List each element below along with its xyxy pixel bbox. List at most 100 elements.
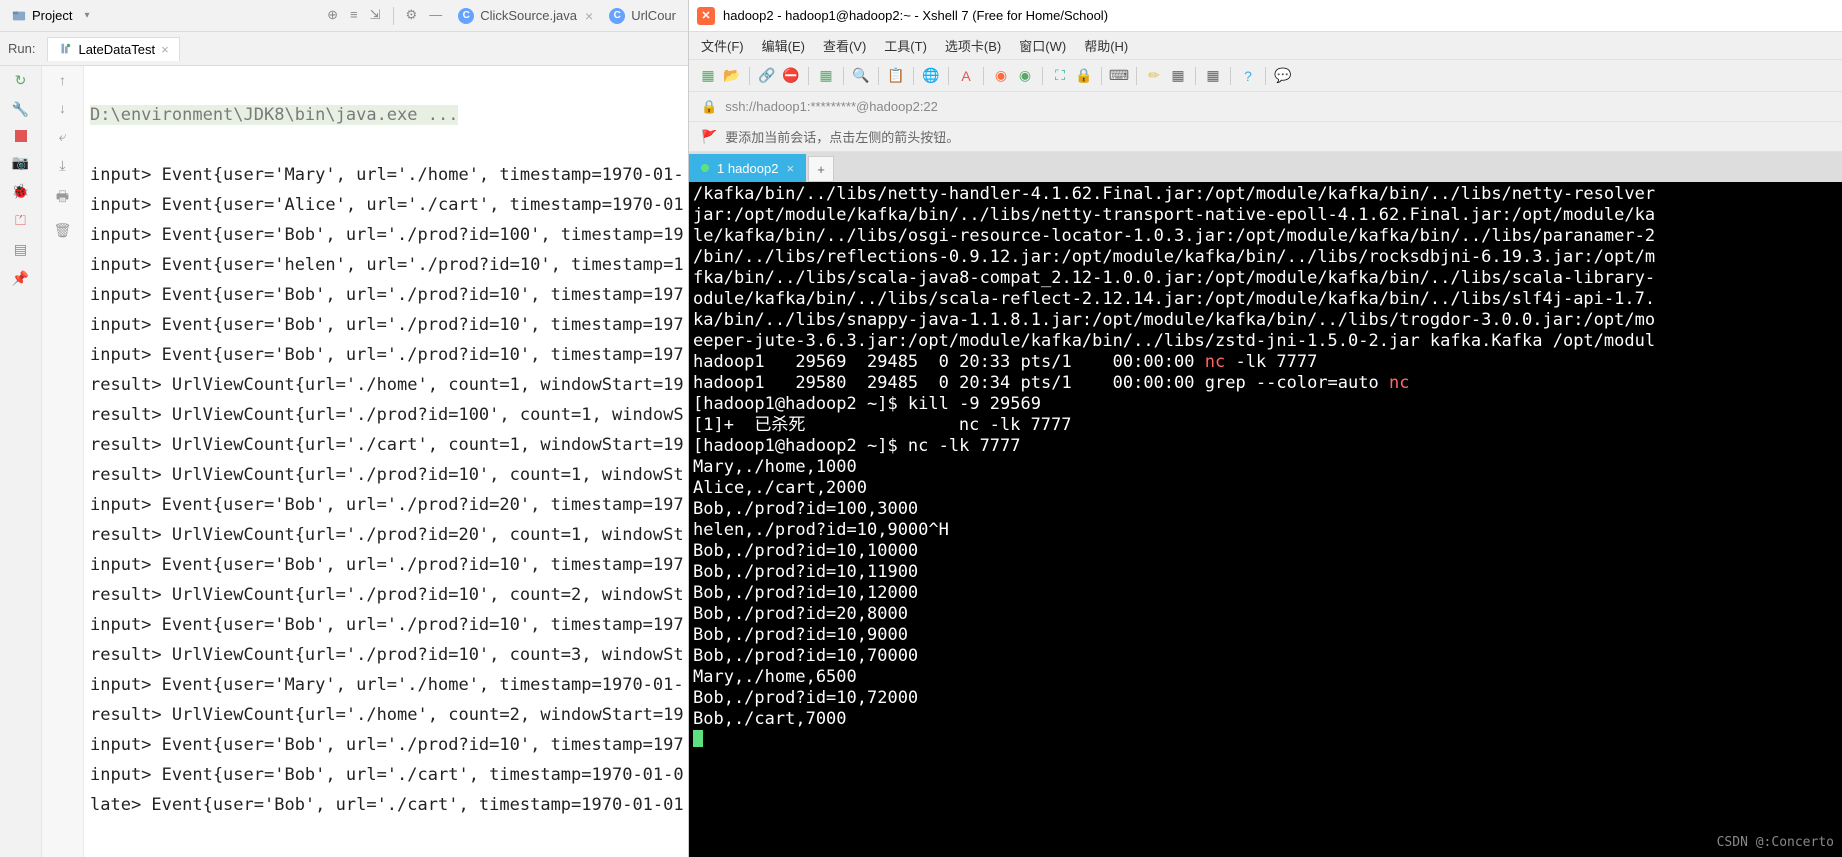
class-icon: C	[609, 8, 625, 24]
close-icon[interactable]: ×	[786, 161, 794, 176]
reconnect-icon[interactable]: 🔗	[758, 67, 776, 85]
pin-icon[interactable]: 📌	[12, 270, 29, 287]
exit-icon[interactable]: ⏍	[15, 212, 26, 229]
run-config-tab[interactable]: LateDataTest ×	[47, 37, 179, 61]
project-icon	[12, 9, 26, 23]
menu-tools[interactable]: 工具(T)	[884, 36, 927, 55]
highlight-icon[interactable]: ✏	[1145, 67, 1163, 85]
hint-text: 要添加当前会话，点击左侧的箭头按钮。	[725, 127, 959, 146]
class-icon: C	[458, 8, 474, 24]
command-line: D:\environment\JDK8\bin\java.exe ...	[90, 105, 458, 125]
menu-file[interactable]: 文件(F)	[701, 36, 744, 55]
editor-tab-urlcour[interactable]: C UrlCour	[601, 4, 684, 28]
collapse-icon[interactable]: ⇲	[370, 7, 381, 25]
project-dropdown[interactable]: Project ▾	[4, 4, 98, 27]
copy-icon[interactable]: 📋	[887, 67, 905, 85]
up-arrow-icon[interactable]: ↑	[59, 72, 66, 88]
tab-label: UrlCour	[631, 8, 676, 23]
scroll-end-icon[interactable]: ⤓	[59, 157, 65, 174]
menu-tabs[interactable]: 选项卡(B)	[945, 36, 1001, 55]
wrench-icon[interactable]: 🔧	[12, 101, 29, 118]
ssh-address: ssh://hadoop1:*********@hadoop2:22	[725, 99, 938, 114]
print-icon[interactable]: 🖶	[56, 186, 69, 210]
status-dot-icon	[701, 164, 709, 172]
tab-label: ClickSource.java	[480, 8, 577, 23]
separator	[843, 67, 844, 85]
ide-top-bar: Project ▾ ⊕ ≡ ⇲ ⚙ — C ClickSource.java ×…	[0, 0, 688, 32]
address-bar[interactable]: 🔒 ssh://hadoop1:*********@hadoop2:22	[689, 92, 1842, 122]
add-tab-button[interactable]: +	[808, 156, 834, 182]
trash-icon[interactable]: 🗑	[54, 222, 72, 239]
menu-bar: 文件(F) 编辑(E) 查看(V) 工具(T) 选项卡(B) 窗口(W) 帮助(…	[689, 32, 1842, 60]
ps-hl: nc	[1205, 352, 1225, 372]
properties-icon[interactable]: ▦	[817, 67, 835, 85]
separator	[1195, 67, 1196, 85]
console-lines: input> Event{user='Mary', url='./home', …	[90, 165, 684, 815]
keyboard-icon[interactable]: ⌨	[1110, 67, 1128, 85]
killed-msg: [1]+ 已杀死 nc -lk 7777	[693, 415, 1072, 435]
close-icon[interactable]: ×	[161, 42, 169, 57]
font-icon[interactable]: A	[957, 67, 975, 85]
menu-window[interactable]: 窗口(W)	[1019, 36, 1066, 55]
disconnect-icon[interactable]: ⛔	[782, 67, 800, 85]
run-bar: Run: LateDataTest ×	[0, 32, 688, 66]
tab-label: 1 hadoop2	[717, 161, 778, 176]
chat-icon[interactable]: 💬	[1274, 67, 1292, 85]
rerun-icon[interactable]: ↻	[15, 72, 27, 89]
soft-wrap-icon[interactable]: ⤶	[59, 128, 67, 145]
terminal-tab-hadoop2[interactable]: 1 hadoop2 ×	[689, 154, 806, 182]
layout-icon[interactable]: ▤	[14, 241, 27, 258]
kill-cmd: [hadoop1@hadoop2 ~]$ kill -9 29569	[693, 394, 1041, 414]
clear-icon[interactable]: ▦	[1169, 67, 1187, 85]
divider	[393, 7, 394, 25]
watermark: CSDN @:Concerto	[1717, 832, 1834, 853]
fullscreen-icon[interactable]: ⛶	[1051, 67, 1069, 85]
target-icon[interactable]: ⊕	[327, 7, 338, 25]
separator	[1042, 67, 1043, 85]
run-tab-label: LateDataTest	[78, 42, 155, 57]
separator	[913, 67, 914, 85]
menu-help[interactable]: 帮助(H)	[1084, 36, 1128, 55]
console-output[interactable]: D:\environment\JDK8\bin\java.exe ... inp…	[84, 66, 688, 857]
lock-icon[interactable]: 🔒	[1075, 67, 1093, 85]
window-title: hadoop2 - hadoop1@hadoop2:~ - Xshell 7 (…	[723, 8, 1108, 23]
separator	[878, 67, 879, 85]
ps-line-2: hadoop1 29580 29485 0 20:34 pts/1 00:00:…	[693, 373, 1389, 393]
terminal-cursor	[693, 730, 703, 747]
camera-icon[interactable]: 📷	[12, 154, 29, 171]
down-arrow-icon[interactable]: ↓	[59, 100, 66, 116]
xshell-pane: ✕ hadoop2 - hadoop1@hadoop2:~ - Xshell 7…	[689, 0, 1842, 857]
tile-icon[interactable]: ▦	[1204, 67, 1222, 85]
settings-icon[interactable]: ⚙	[406, 7, 418, 25]
stop-button[interactable]	[15, 130, 27, 142]
top-toolbar: ⊕ ≡ ⇲ ⚙ —	[327, 7, 442, 25]
menu-view[interactable]: 查看(V)	[823, 36, 866, 55]
xshell-logo-icon[interactable]: ◉	[992, 67, 1010, 85]
new-session-icon[interactable]: ▦	[699, 67, 717, 85]
ps-end: -lk 7777	[1225, 352, 1317, 372]
project-label: Project	[32, 8, 72, 23]
console-gutter: ↑ ↓ ⤶ ⤓ 🖶 🗑	[42, 66, 84, 857]
xftp-icon[interactable]: ◉	[1016, 67, 1034, 85]
run-label: Run:	[8, 41, 35, 56]
classpath-output: /kafka/bin/../libs/netty-handler-4.1.62.…	[693, 184, 1655, 351]
expand-icon[interactable]: ≡	[350, 7, 358, 25]
help-icon[interactable]: ?	[1239, 67, 1257, 85]
separator	[749, 67, 750, 85]
close-icon[interactable]: ×	[585, 8, 593, 24]
minimize-icon[interactable]: —	[429, 7, 442, 25]
nc-cmd: [hadoop1@hadoop2 ~]$ nc -lk 7777	[693, 436, 1021, 456]
terminal[interactable]: /kafka/bin/../libs/netty-handler-4.1.62.…	[689, 182, 1842, 857]
debug-rerun-icon[interactable]: 🐞	[12, 183, 29, 200]
run-gutter: ↻ 🔧 📷 🐞 ⏍ ▤ 📌	[0, 66, 42, 857]
search-icon[interactable]: 🔍	[852, 67, 870, 85]
ps-hl: nc	[1389, 373, 1409, 393]
editor-tab-clicksource[interactable]: C ClickSource.java ×	[450, 4, 601, 28]
ide-pane: Project ▾ ⊕ ≡ ⇲ ⚙ — C ClickSource.java ×…	[0, 0, 689, 857]
globe-icon[interactable]: 🌐	[922, 67, 940, 85]
separator	[1101, 67, 1102, 85]
console-area: ↻ 🔧 📷 🐞 ⏍ ▤ 📌 ↑ ↓ ⤶ ⤓ 🖶 🗑 D:\environment…	[0, 66, 688, 857]
menu-edit[interactable]: 编辑(E)	[762, 36, 805, 55]
xshell-app-icon: ✕	[697, 7, 715, 25]
open-icon[interactable]: 📂	[723, 67, 741, 85]
